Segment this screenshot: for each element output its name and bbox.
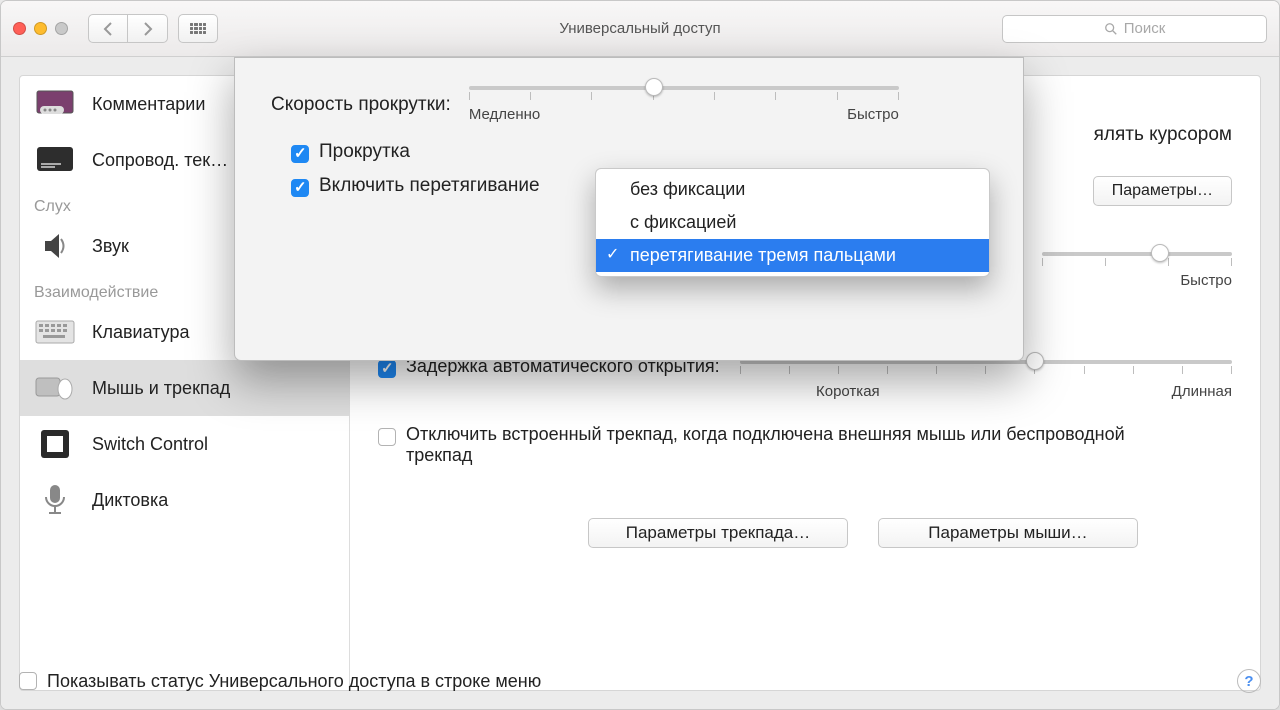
sidebar-item-dictation[interactable]: Диктовка [20, 472, 349, 528]
drag-mode-dropdown: без фиксации с фиксацией перетягивание т… [595, 168, 990, 277]
subtitles-icon [34, 144, 76, 176]
sidebar-item-mouse[interactable]: Мышь и трекпад [20, 360, 349, 416]
minimize-icon[interactable] [34, 22, 47, 35]
search-icon [1104, 22, 1118, 36]
scroll-speed-slider[interactable]: Медленно Быстро [469, 86, 899, 123]
drag-checkbox[interactable] [291, 179, 309, 197]
close-icon[interactable] [13, 22, 26, 35]
sidebar-item-switch[interactable]: Switch Control [20, 416, 349, 472]
status-label: Показывать статус Универсального доступа… [47, 671, 541, 692]
trackpad-params-button[interactable]: Параметры трекпада… [588, 518, 848, 548]
options-button[interactable]: Параметры… [1093, 176, 1232, 206]
sidebar-label: Switch Control [92, 434, 208, 455]
mic-icon [34, 484, 76, 516]
scroll-checkbox[interactable] [291, 145, 309, 163]
grid-icon [190, 23, 206, 35]
fast-label: Быстро [847, 106, 899, 123]
speed-slider-partial[interactable]: Быстро [1042, 252, 1232, 289]
scroll-speed-row: Скорость прокрутки: Медленно Быстро [271, 86, 987, 123]
show-all-button[interactable] [178, 14, 218, 43]
sidebar-label: Клавиатура [92, 322, 190, 343]
params-buttons: Параметры трекпада… Параметры мыши… [588, 518, 1232, 548]
delay-checkbox[interactable] [378, 360, 396, 378]
dropdown-item[interactable]: без фиксации [596, 173, 989, 206]
delay-slider[interactable] [740, 360, 1232, 374]
mouse-params-button[interactable]: Параметры мыши… [878, 518, 1138, 548]
sound-icon [34, 230, 76, 262]
comments-icon [34, 88, 76, 120]
cursor-heading-partial: ялять курсором [1094, 124, 1232, 146]
dropdown-item[interactable]: с фиксацией [596, 206, 989, 239]
search-input[interactable]: Поиск [1002, 15, 1267, 43]
search-placeholder: Поиск [1124, 20, 1166, 37]
disable-trackpad-label: Отключить встроенный трекпад, когда подк… [406, 424, 1126, 466]
dropdown-item-selected[interactable]: перетягивание тремя пальцами [596, 239, 989, 272]
window-title: Универсальный доступ [559, 20, 720, 37]
switch-icon [34, 428, 76, 460]
status-checkbox[interactable] [19, 672, 37, 690]
scroll-checkbox-row: Прокрутка [291, 141, 987, 163]
sidebar-label: Диктовка [92, 490, 168, 511]
delay-short-label: Короткая [816, 383, 880, 400]
window-controls [13, 22, 68, 35]
disable-trackpad-checkbox[interactable] [378, 428, 396, 446]
sidebar-label: Сопровод. тек… [92, 150, 228, 171]
preference-window: Универсальный доступ Поиск Комментарии С… [0, 0, 1280, 710]
forward-button[interactable] [128, 14, 168, 43]
scroll-speed-label: Скорость прокрутки: [271, 94, 451, 116]
nav-buttons [88, 14, 168, 43]
maximize-icon [55, 22, 68, 35]
drag-label: Включить перетягивание [319, 175, 540, 197]
titlebar: Универсальный доступ Поиск [1, 1, 1279, 57]
sidebar-label: Комментарии [92, 94, 205, 115]
keyboard-icon [34, 316, 76, 348]
back-button[interactable] [88, 14, 128, 43]
delay-row: Задержка автоматического открытия: Корот… [378, 356, 1232, 400]
mouse-icon [34, 372, 76, 404]
scroll-label: Прокрутка [319, 141, 410, 163]
footer-row: Показывать статус Универсального доступа… [19, 669, 1261, 693]
disable-trackpad-row: Отключить встроенный трекпад, когда подк… [378, 424, 1232, 466]
slider-fast-label: Быстро [1180, 272, 1232, 289]
help-button[interactable]: ? [1237, 669, 1261, 693]
delay-long-label: Длинная [1172, 383, 1232, 400]
sidebar-label: Мышь и трекпад [92, 378, 230, 399]
sidebar-label: Звук [92, 236, 129, 257]
slow-label: Медленно [469, 106, 540, 123]
